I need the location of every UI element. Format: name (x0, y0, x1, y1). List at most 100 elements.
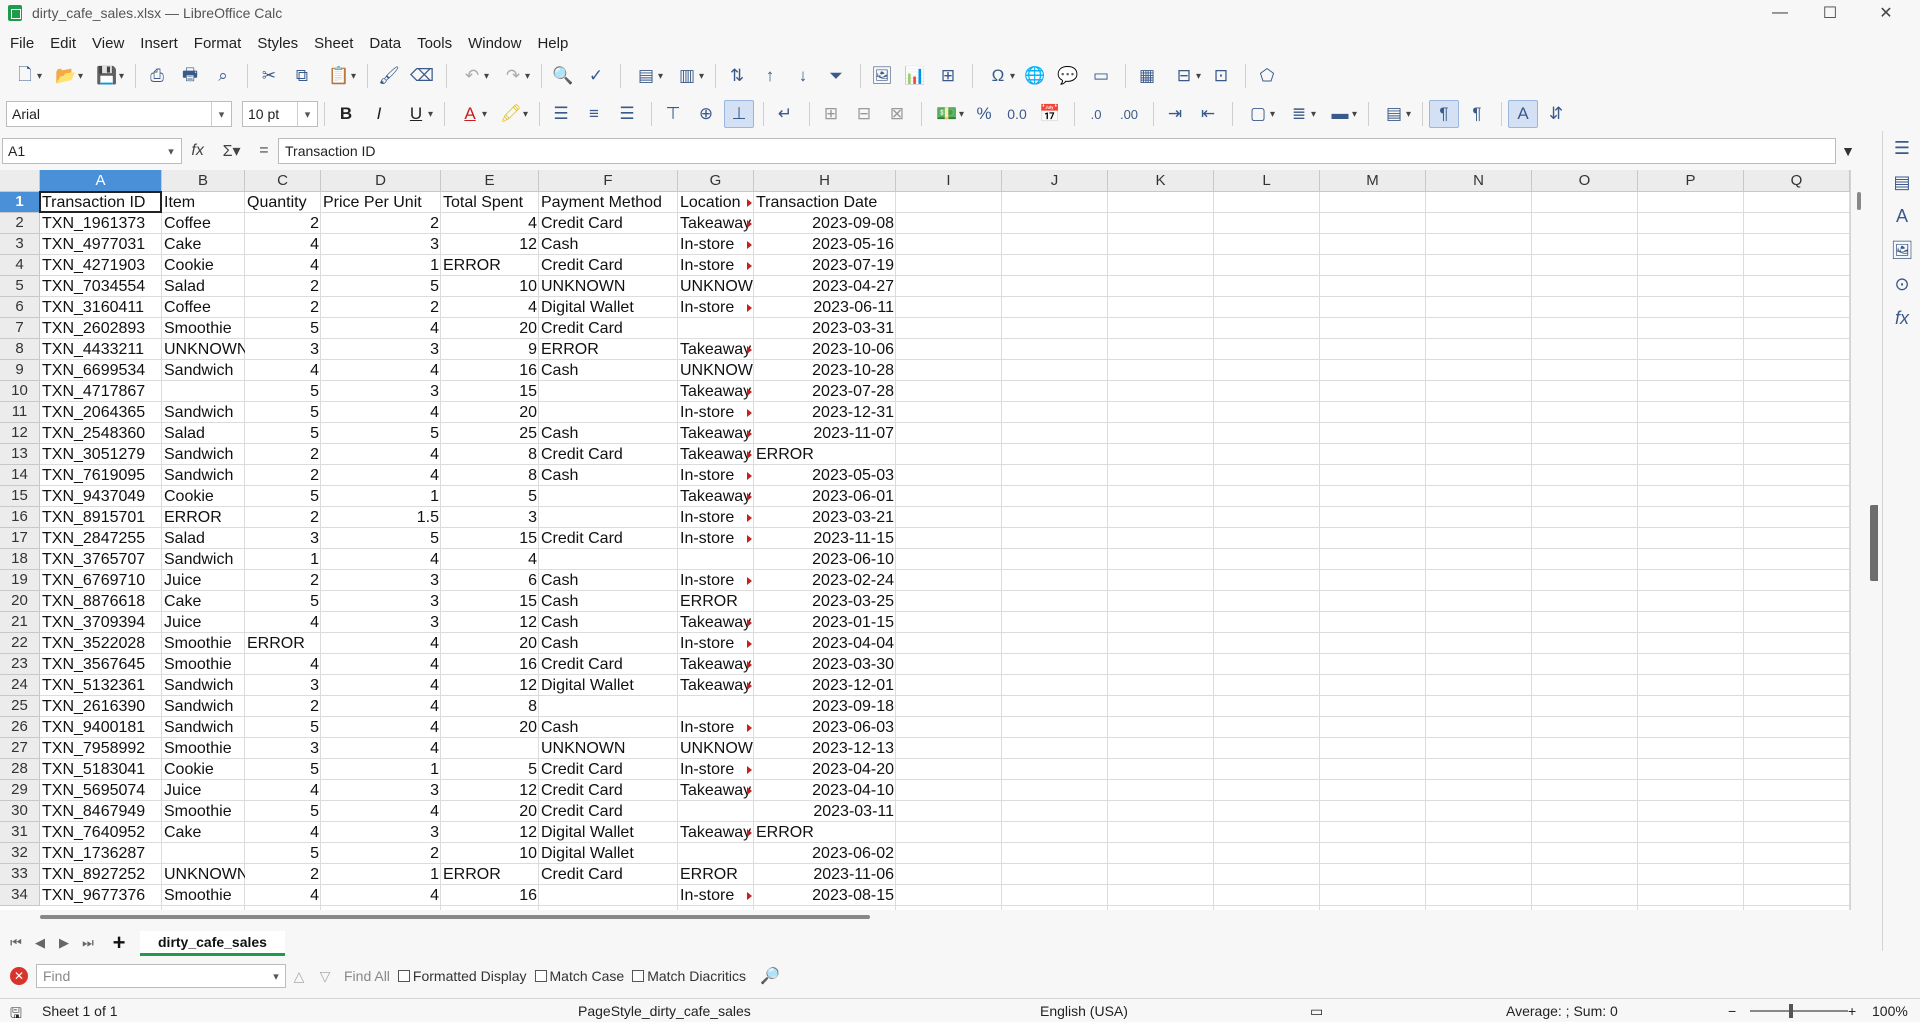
header-cell[interactable]: Price Per Unit (321, 192, 441, 213)
highlight-color-icon[interactable]: 🖍 (492, 100, 530, 128)
font-size-box[interactable]: 10 pt ▾ (242, 101, 318, 127)
document-modified-icon[interactable]: 🖫 (10, 1003, 22, 1022)
cell[interactable]: Cake (162, 234, 245, 255)
cell[interactable]: 12 (441, 780, 539, 801)
cell[interactable]: 4 (245, 885, 321, 906)
cell[interactable]: 2 (245, 444, 321, 465)
column-header-q[interactable]: Q (1744, 170, 1850, 192)
cell[interactable]: 16 (441, 654, 539, 675)
cell[interactable]: 5 (245, 843, 321, 864)
cell[interactable]: 5 (441, 486, 539, 507)
cell[interactable]: 2023-07-19 (754, 255, 896, 276)
cell[interactable]: 20 (441, 717, 539, 738)
cell[interactable]: 4 (321, 696, 441, 717)
align-bottom-icon[interactable]: ⊥ (724, 100, 754, 128)
cell[interactable]: ERROR (539, 339, 678, 360)
zoom-in-icon[interactable]: + (1848, 1003, 1856, 1019)
split-window-icon[interactable]: ⊡ (1206, 62, 1236, 90)
row-header[interactable]: 9 (0, 360, 40, 381)
cell[interactable]: 2023-06-02 (754, 843, 896, 864)
header-cell[interactable]: Location (678, 192, 753, 213)
cell[interactable]: ERROR (162, 507, 245, 528)
export-pdf-icon[interactable]: ⎙ (142, 62, 172, 90)
percent-format-icon[interactable]: % (969, 100, 999, 128)
header-cell[interactable]: Payment Method (539, 192, 678, 213)
row-header[interactable]: 26 (0, 717, 40, 738)
gallery-icon[interactable]: 🖼 (1883, 233, 1920, 267)
row-header[interactable]: 27 (0, 738, 40, 759)
cell[interactable]: 3 (441, 507, 539, 528)
cell[interactable]: 5 (321, 528, 441, 549)
cell[interactable]: 2023-04-27 (754, 276, 896, 297)
cell[interactable]: 3 (321, 570, 441, 591)
font-color-icon[interactable]: A (451, 100, 489, 128)
menu-tools[interactable]: Tools (409, 35, 460, 52)
menu-window[interactable]: Window (460, 35, 529, 52)
cell[interactable]: TXN_9677376 (40, 885, 162, 906)
insert-chart-icon[interactable]: 📊 (900, 62, 930, 90)
cell[interactable]: TXN_9400181 (40, 717, 162, 738)
cell[interactable]: 3 (321, 612, 441, 633)
add-decimal-icon[interactable]: .0 (1081, 100, 1111, 128)
cell[interactable]: Takeaway (678, 822, 753, 843)
cell[interactable]: TXN_1736287 (40, 843, 162, 864)
cell[interactable]: 5 (321, 276, 441, 297)
row-header[interactable]: 34 (0, 885, 40, 906)
cell[interactable]: 2023-12-13 (754, 738, 896, 759)
column-header-j[interactable]: J (1002, 170, 1108, 192)
expand-formula-bar-icon[interactable]: ▼ (1836, 143, 1860, 159)
paste-icon[interactable]: 📋 (320, 62, 358, 90)
cell[interactable]: 2 (321, 297, 441, 318)
checkbox-box[interactable] (632, 970, 645, 982)
cell[interactable]: TXN_3567645 (40, 654, 162, 675)
cell[interactable]: Smoothie (162, 318, 245, 339)
cell[interactable]: 1 (321, 759, 441, 780)
cell[interactable]: 5 (245, 801, 321, 822)
cell[interactable]: Sandwich (162, 360, 245, 381)
cell[interactable]: 4 (245, 234, 321, 255)
cell[interactable]: Cookie (162, 759, 245, 780)
header-footer-icon[interactable]: ▭ (1086, 62, 1116, 90)
decrease-indent-icon[interactable]: ⇤ (1193, 100, 1223, 128)
cell[interactable]: 2023-02-24 (754, 570, 896, 591)
checkbox-box[interactable] (534, 970, 547, 982)
cell[interactable]: ERROR (441, 255, 539, 276)
row-header[interactable]: 21 (0, 612, 40, 633)
copy-icon[interactable]: ⧉ (287, 62, 317, 90)
cell[interactable]: 2023-11-07 (754, 423, 896, 444)
column-header-d[interactable]: D (321, 170, 441, 192)
cell[interactable]: Cookie (162, 486, 245, 507)
cell[interactable]: 15 (441, 591, 539, 612)
cell[interactable]: Salad (162, 528, 245, 549)
cell[interactable]: Takeaway (678, 339, 753, 360)
cell[interactable]: 2 (245, 465, 321, 486)
cell[interactable]: Cash (539, 612, 678, 633)
chevron-down-icon[interactable]: ▾ (161, 139, 181, 163)
cell[interactable]: 5 (245, 486, 321, 507)
date-format-icon[interactable]: 📅 (1035, 100, 1065, 128)
zoom-level[interactable]: 100% (1872, 1003, 1908, 1019)
cell[interactable]: 4 (321, 360, 441, 381)
selection-mode-icon[interactable]: ▭ (1310, 1003, 1323, 1020)
cell[interactable]: 4 (321, 633, 441, 654)
cell[interactable]: Credit Card (539, 654, 678, 675)
cell[interactable]: 4 (321, 885, 441, 906)
show-draw-functions-icon[interactable]: ⬠ (1252, 62, 1282, 90)
cell[interactable]: Cash (539, 633, 678, 654)
cell[interactable]: 12 (441, 612, 539, 633)
close-window-button[interactable]: ✕ (1858, 0, 1914, 26)
cell[interactable]: TXN_4977031 (40, 234, 162, 255)
cell[interactable]: In-store (678, 570, 753, 591)
insert-image-icon[interactable]: 🖼 (867, 62, 897, 90)
cell[interactable]: 2023-11-06 (754, 864, 896, 885)
cell[interactable]: 16 (441, 885, 539, 906)
undo-icon[interactable]: ↶ (453, 62, 491, 90)
merge-cells-icon[interactable]: ⊟ (849, 100, 879, 128)
select-all-corner[interactable] (0, 170, 40, 192)
cell[interactable]: ERROR (678, 864, 754, 885)
cell[interactable]: 5 (245, 318, 321, 339)
cell[interactable]: Digital Wallet (539, 297, 678, 318)
cell[interactable]: 2023-05-03 (754, 465, 896, 486)
cell[interactable]: Credit Card (539, 801, 678, 822)
cell[interactable]: 2023-03-31 (754, 318, 896, 339)
